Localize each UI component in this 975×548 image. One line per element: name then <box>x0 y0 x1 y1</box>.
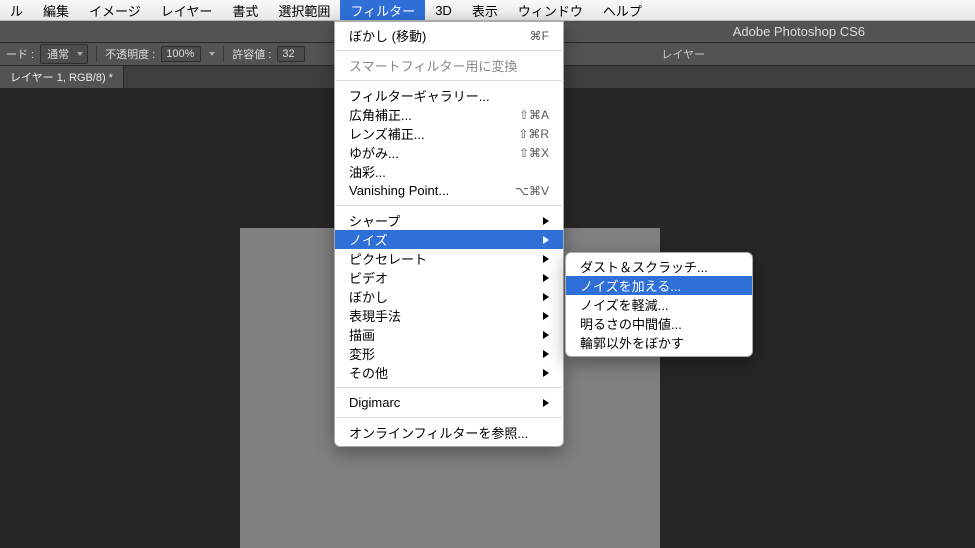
submenu-arrow-icon <box>543 399 549 407</box>
menu-label: オンラインフィルターを参照... <box>349 423 528 442</box>
shortcut: ⇧⌘A <box>519 108 549 122</box>
filter-gallery[interactable]: フィルターギャラリー... <box>335 86 563 105</box>
submenu-arrow-icon <box>543 312 549 320</box>
noise-dust-scratches[interactable]: ダスト＆スクラッチ... <box>566 257 752 276</box>
menu-image[interactable]: イメージ <box>79 0 151 20</box>
menu-label: フィルターギャラリー... <box>349 86 490 105</box>
filter-vanishing-point[interactable]: Vanishing Point... ⌥⌘V <box>335 181 563 200</box>
menu-view[interactable]: 表示 <box>462 0 508 20</box>
filter-digimarc[interactable]: Digimarc <box>335 393 563 412</box>
menu-3d[interactable]: 3D <box>425 0 462 20</box>
filter-oil-paint[interactable]: 油彩... <box>335 162 563 181</box>
filter-sharpen[interactable]: シャープ <box>335 211 563 230</box>
shortcut: ⇧⌘X <box>519 146 549 160</box>
filter-render[interactable]: 描画 <box>335 325 563 344</box>
filter-last[interactable]: ぼかし (移動) ⌘F <box>335 26 563 45</box>
filter-last-label: ぼかし (移動) <box>349 26 426 45</box>
submenu-arrow-icon <box>543 255 549 263</box>
filter-distort[interactable]: 変形 <box>335 344 563 363</box>
tolerance-label: 許容値 : <box>232 46 271 62</box>
submenu-arrow-icon <box>543 350 549 358</box>
app-title: Adobe Photoshop CS6 <box>733 24 865 39</box>
noise-add-noise[interactable]: ノイズを加える... <box>566 276 752 295</box>
menu-layer[interactable]: レイヤー <box>151 0 223 20</box>
filter-video[interactable]: ビデオ <box>335 268 563 287</box>
noise-reduce-noise[interactable]: ノイズを軽減... <box>566 295 752 314</box>
filter-pixelate[interactable]: ピクセレート <box>335 249 563 268</box>
menu-window[interactable]: ウィンドウ <box>508 0 593 20</box>
filter-lens-correction[interactable]: レンズ補正... ⇧⌘R <box>335 124 563 143</box>
filter-convert-smart[interactable]: スマートフィルター用に変換 <box>335 56 563 75</box>
filter-noise[interactable]: ノイズ <box>335 230 563 249</box>
layer-label: レイヤー <box>661 46 705 62</box>
menu-label: Vanishing Point... <box>349 183 449 198</box>
submenu-arrow-icon <box>543 293 549 301</box>
menu-label: ビデオ <box>349 268 388 287</box>
filter-adaptive-wide[interactable]: 広角補正... ⇧⌘A <box>335 105 563 124</box>
menu-label: 変形 <box>349 344 375 363</box>
menu-help[interactable]: ヘルプ <box>593 0 652 20</box>
document-tab[interactable]: レイヤー 1, RGB/8) * <box>0 66 124 88</box>
menu-label: 広角補正... <box>349 105 412 124</box>
chevron-down-icon[interactable] <box>209 52 215 56</box>
submenu-arrow-icon <box>543 274 549 282</box>
submenu-arrow-icon <box>543 236 549 244</box>
menu-filter[interactable]: フィルター <box>340 0 425 20</box>
menubar: ル 編集 イメージ レイヤー 書式 選択範囲 フィルター 3D 表示 ウィンドウ… <box>0 0 975 21</box>
filter-stylize[interactable]: 表現手法 <box>335 306 563 325</box>
menu-label: シャープ <box>349 211 400 230</box>
noise-despeckle[interactable]: 輪郭以外をぼかす <box>566 333 752 352</box>
menu-label: スマートフィルター用に変換 <box>349 56 517 75</box>
noise-median[interactable]: 明るさの中間値... <box>566 314 752 333</box>
menu-select[interactable]: 選択範囲 <box>268 0 340 20</box>
filter-other[interactable]: その他 <box>335 363 563 382</box>
menu-file[interactable]: ル <box>0 0 33 20</box>
tolerance-value[interactable]: 32 <box>277 46 305 62</box>
shortcut: ⇧⌘R <box>518 127 549 141</box>
filter-dropdown: ぼかし (移動) ⌘F スマートフィルター用に変換 フィルターギャラリー... … <box>334 21 564 447</box>
menu-type[interactable]: 書式 <box>222 0 268 20</box>
menu-label: 描画 <box>349 325 375 344</box>
menu-label: ぼかし <box>349 287 388 306</box>
submenu-arrow-icon <box>543 331 549 339</box>
noise-submenu: ダスト＆スクラッチ... ノイズを加える... ノイズを軽減... 明るさの中間… <box>565 252 753 357</box>
menu-label: ピクセレート <box>349 249 427 268</box>
submenu-arrow-icon <box>543 369 549 377</box>
shortcut: ⌥⌘V <box>515 184 549 198</box>
menu-label: レンズ補正... <box>349 124 425 143</box>
menu-label: 表現手法 <box>349 306 401 325</box>
filter-blur[interactable]: ぼかし <box>335 287 563 306</box>
menu-label: その他 <box>349 363 388 382</box>
menu-label: Digimarc <box>349 395 400 410</box>
opacity-value[interactable]: 100% <box>161 46 201 62</box>
shortcut: ⌘F <box>530 29 549 43</box>
mode-select[interactable]: 通常 <box>40 44 88 64</box>
menu-label: ゆがみ... <box>349 143 399 162</box>
opacity-label: 不透明度 : <box>105 46 155 62</box>
menu-edit[interactable]: 編集 <box>33 0 79 20</box>
filter-browse-online[interactable]: オンラインフィルターを参照... <box>335 423 563 442</box>
menu-label: ノイズ <box>349 230 388 249</box>
submenu-arrow-icon <box>543 217 549 225</box>
menu-label: 油彩... <box>349 162 386 181</box>
filter-liquify[interactable]: ゆがみ... ⇧⌘X <box>335 143 563 162</box>
mode-label: ード : <box>6 46 34 62</box>
